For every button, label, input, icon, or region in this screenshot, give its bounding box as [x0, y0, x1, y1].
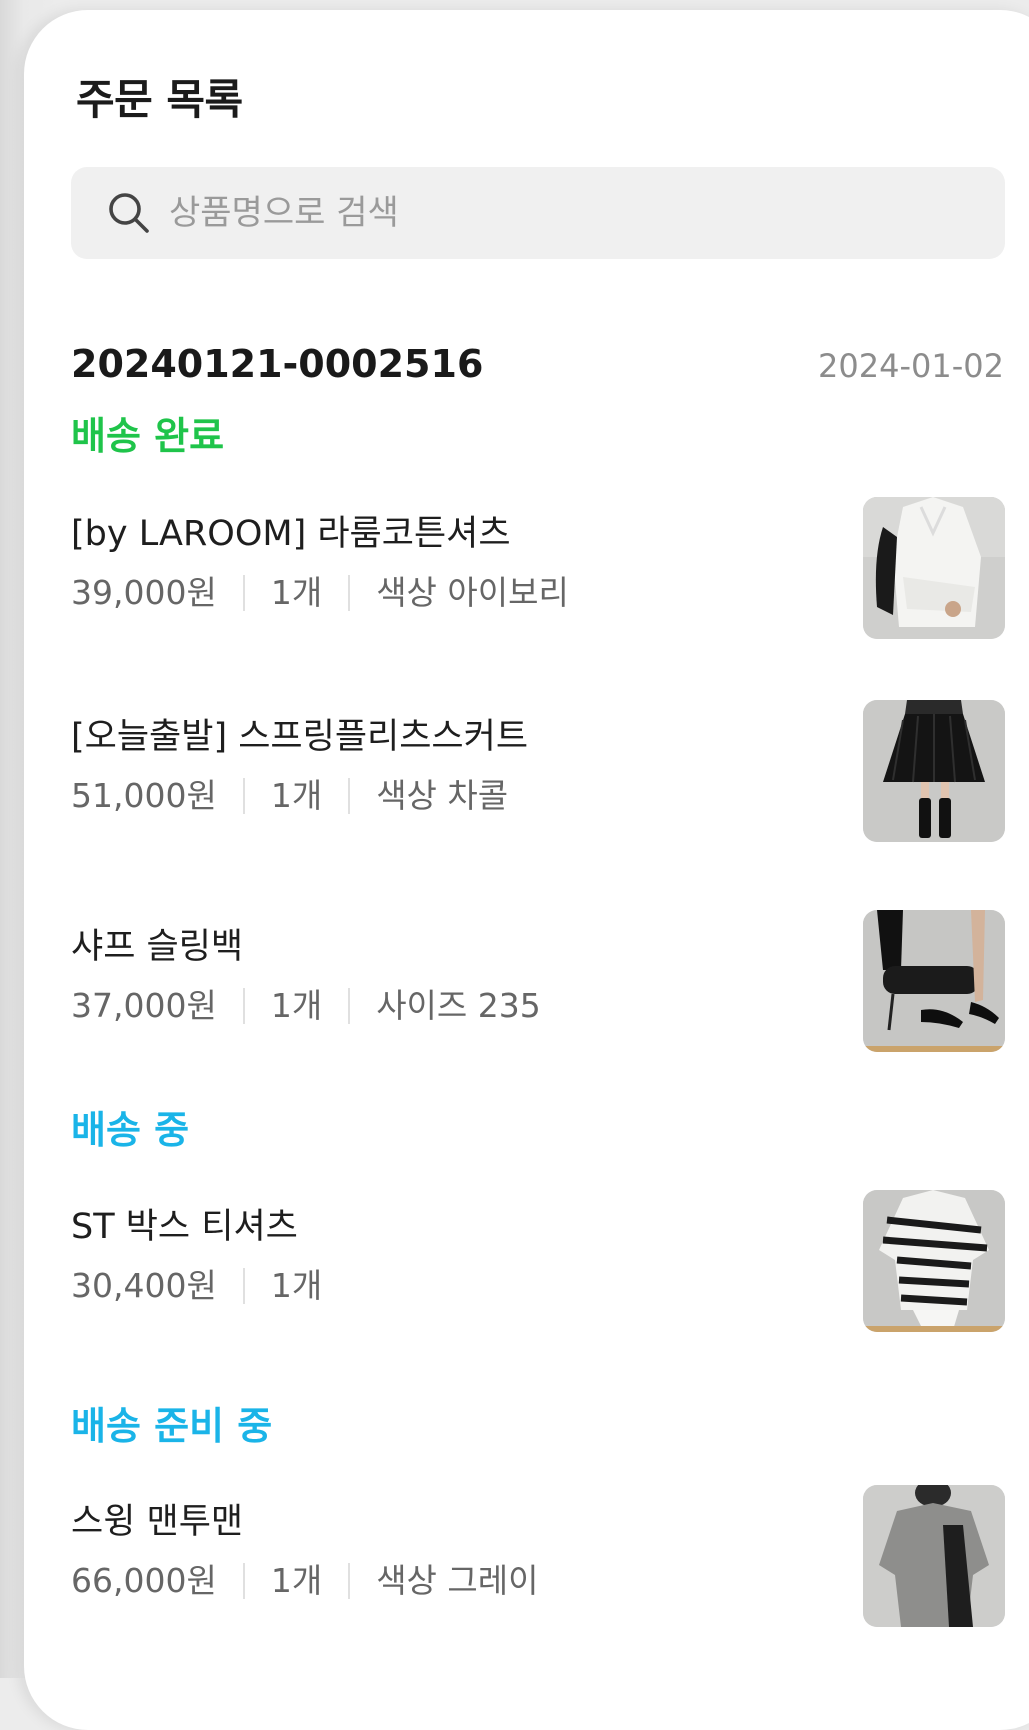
order-number[interactable]: 20240121-0002516 — [71, 340, 483, 388]
divider — [348, 778, 351, 814]
item-quantity: 1개 — [270, 986, 323, 1025]
item-price: 51,000원 — [71, 776, 217, 815]
item-thumbnail-striped-tshirt[interactable] — [863, 1190, 1005, 1332]
search-input[interactable] — [169, 167, 969, 259]
divider — [348, 575, 351, 611]
status-preparing: 배송 준비 중 — [71, 1404, 273, 1448]
item-name: 샤프 슬링백 — [71, 927, 244, 967]
divider — [242, 1563, 245, 1599]
divider — [242, 575, 245, 611]
item-thumbnail-white-shirt[interactable] — [863, 497, 1005, 639]
item-thumbnail-grey-sweatshirt[interactable] — [863, 1485, 1005, 1627]
order-date: 2024-01-02 — [818, 347, 1004, 385]
divider — [242, 778, 245, 814]
item-meta: 39,000원 1개 색상 아이보리 — [71, 570, 569, 616]
item-thumbnail-pleated-skirt[interactable] — [863, 700, 1005, 842]
item-price: 37,000원 — [71, 986, 217, 1025]
item-quantity: 1개 — [270, 573, 323, 612]
item-quantity: 1개 — [270, 776, 323, 815]
divider — [242, 1268, 245, 1304]
divider — [348, 988, 351, 1024]
item-price: 39,000원 — [71, 573, 217, 612]
item-meta: 66,000원 1개 색상 그레이 — [71, 1558, 538, 1604]
item-name: [오늘출발] 스프링플리츠스커트 — [71, 717, 529, 757]
divider — [242, 988, 245, 1024]
status-in-transit: 배송 중 — [71, 1108, 190, 1152]
search-icon — [109, 193, 149, 233]
order-list-screen: 주문 목록 20240121-0002516 2024-01-02 배송 완료 … — [24, 10, 1029, 1730]
item-price: 66,000원 — [71, 1561, 217, 1600]
item-meta: 37,000원 1개 사이즈 235 — [71, 983, 541, 1029]
order-item[interactable]: 샤프 슬링백 37,000원 1개 사이즈 235 — [71, 910, 1005, 1073]
item-name: 스윙 맨투맨 — [71, 1502, 244, 1542]
item-quantity: 1개 — [270, 1561, 323, 1600]
item-name: [by LAROOM] 라룸코튼셔츠 — [71, 514, 511, 554]
item-name: ST 박스 티셔츠 — [71, 1207, 298, 1247]
item-option: 사이즈 235 — [376, 986, 541, 1025]
item-meta: 51,000원 1개 색상 차콜 — [71, 773, 508, 819]
item-price: 30,400원 — [71, 1266, 217, 1305]
item-option: 색상 아이보리 — [376, 573, 569, 612]
order-item[interactable]: [오늘출발] 스프링플리츠스커트 51,000원 1개 색상 차콜 — [71, 700, 1005, 863]
page-title: 주문 목록 — [76, 75, 243, 124]
status-delivered: 배송 완료 — [71, 414, 225, 458]
item-option: 색상 그레이 — [376, 1561, 539, 1600]
item-thumbnail-slingback-shoes[interactable] — [863, 910, 1005, 1052]
divider — [348, 1563, 351, 1599]
order-item[interactable]: 스윙 맨투맨 66,000원 1개 색상 그레이 — [71, 1485, 1005, 1648]
search-bar[interactable] — [71, 167, 1005, 259]
order-item[interactable]: [by LAROOM] 라룸코튼셔츠 39,000원 1개 색상 아이보리 — [71, 497, 1005, 660]
item-meta: 30,400원 1개 — [71, 1263, 322, 1309]
item-option: 색상 차콜 — [376, 776, 509, 815]
order-item[interactable]: ST 박스 티셔츠 30,400원 1개 — [71, 1190, 1005, 1353]
item-quantity: 1개 — [270, 1266, 323, 1305]
